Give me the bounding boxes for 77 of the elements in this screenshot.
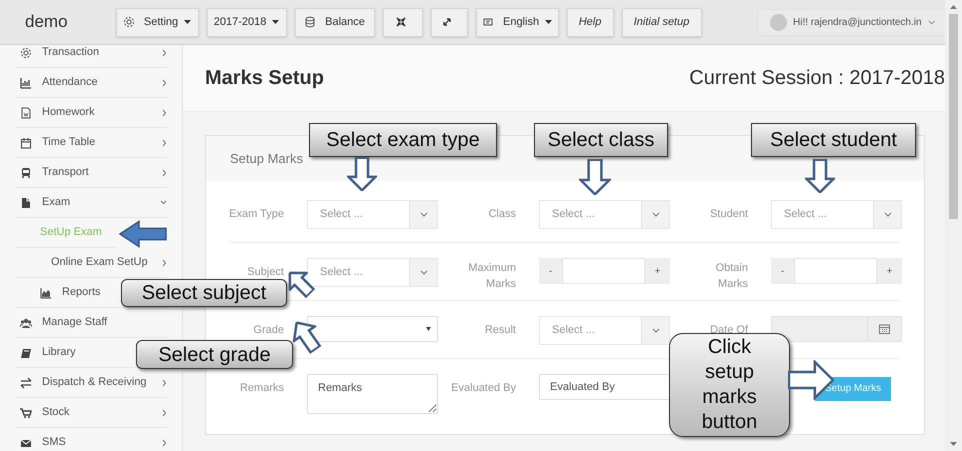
callout-tooltip: Click setup marks button	[669, 333, 790, 437]
remarks-field[interactable]: Remarks	[307, 374, 438, 414]
sidebar-item[interactable]: Time Table	[15, 128, 167, 158]
sidebar-item[interactable]: Online Exam SetUp	[15, 248, 167, 278]
callout-tooltip: Select subject	[121, 279, 287, 307]
expand-icon	[441, 16, 454, 28]
dropdown-button[interactable]: 2017-2018	[206, 8, 287, 36]
sidebar-item[interactable]: Stock	[15, 398, 167, 428]
caret-icon	[545, 20, 552, 24]
scroll-down-icon	[950, 442, 957, 446]
field-label: Evaluated By	[451, 381, 516, 396]
book-icon	[20, 346, 32, 358]
field-label: Obtain Marks	[714, 261, 748, 292]
brand-name: demo	[25, 11, 68, 34]
scrollbar[interactable]	[945, 0, 962, 451]
caret-icon	[272, 20, 280, 24]
gear-icon	[20, 46, 32, 58]
arrow-icon	[119, 220, 167, 248]
field-label: Subject	[247, 265, 284, 280]
field-label: Result	[484, 323, 516, 338]
field-label: Exam Type	[229, 207, 284, 222]
chevron-down-icon	[884, 212, 892, 217]
caret-icon	[426, 327, 431, 331]
gear-icon	[122, 16, 135, 28]
sidebar-item[interactable]: SMS	[15, 428, 167, 451]
toolbar-button[interactable]: Initial setup	[622, 8, 702, 36]
field-label: Remarks	[240, 381, 284, 396]
increment-button[interactable]: +	[877, 258, 902, 284]
document-icon	[20, 106, 32, 118]
scroll-up-icon	[950, 5, 957, 9]
area-chart-icon	[40, 286, 52, 298]
callout-tooltip: Select exam type	[309, 123, 497, 157]
chevron-down-icon	[652, 212, 660, 217]
dropdown-field[interactable]	[307, 316, 438, 342]
users-icon	[20, 316, 32, 328]
user-menu[interactable]: Hi!! rajendra@junctiontech.in	[757, 8, 948, 36]
field-label: Maximum Marks	[467, 261, 516, 292]
bar-chart-icon	[20, 76, 32, 88]
chevron-down-icon	[420, 270, 428, 275]
session-label: Current Session : 2017-2018	[689, 66, 945, 91]
compress-icon	[394, 16, 407, 28]
text-field[interactable]: Evaluated By	[539, 374, 670, 400]
decrement-button[interactable]: -	[771, 258, 794, 284]
calendar-icon	[20, 136, 32, 148]
caret-icon	[184, 20, 192, 24]
cart-icon	[20, 406, 32, 418]
field-label: Student	[710, 207, 748, 222]
toolbar-button[interactable]: Help	[566, 8, 614, 36]
file-icon	[20, 196, 32, 208]
date-field[interactable]	[771, 316, 902, 342]
chevron-down-icon	[928, 20, 935, 24]
sidebar-item[interactable]: Transaction	[15, 45, 167, 68]
avatar	[770, 14, 787, 30]
callout-tooltip: Select grade	[136, 340, 293, 369]
sidebar-item[interactable]: Manage Staff	[15, 308, 167, 338]
callout-tooltip: Select student	[751, 123, 916, 157]
database-icon	[304, 16, 316, 28]
toolbar-button[interactable]	[382, 8, 423, 36]
field-label: Grade	[253, 323, 284, 338]
toolbar-button[interactable]: Balance	[294, 8, 375, 36]
page-title: Marks Setup	[205, 66, 324, 91]
swap-arrows-icon	[20, 376, 32, 388]
increment-button[interactable]: +	[645, 258, 670, 284]
sidebar-item[interactable]: Transport	[15, 158, 167, 188]
field-label: Class	[488, 207, 516, 222]
calendar-icon	[879, 324, 890, 334]
decrement-button[interactable]: -	[539, 258, 562, 284]
bus-icon	[20, 166, 32, 178]
sidebar-item[interactable]: Attendance	[15, 68, 167, 98]
chevron-down-icon	[420, 212, 428, 217]
panel-title: Setup Marks	[230, 150, 303, 168]
dropdown-button[interactable]: English	[476, 8, 559, 36]
sidebar-item[interactable]: Homework	[15, 98, 167, 128]
dropdown-button[interactable]: Setting	[116, 8, 199, 36]
scrollbar-thumb[interactable]	[949, 14, 958, 219]
chevron-down-icon	[652, 328, 660, 333]
callout-tooltip: Select class	[534, 123, 668, 157]
